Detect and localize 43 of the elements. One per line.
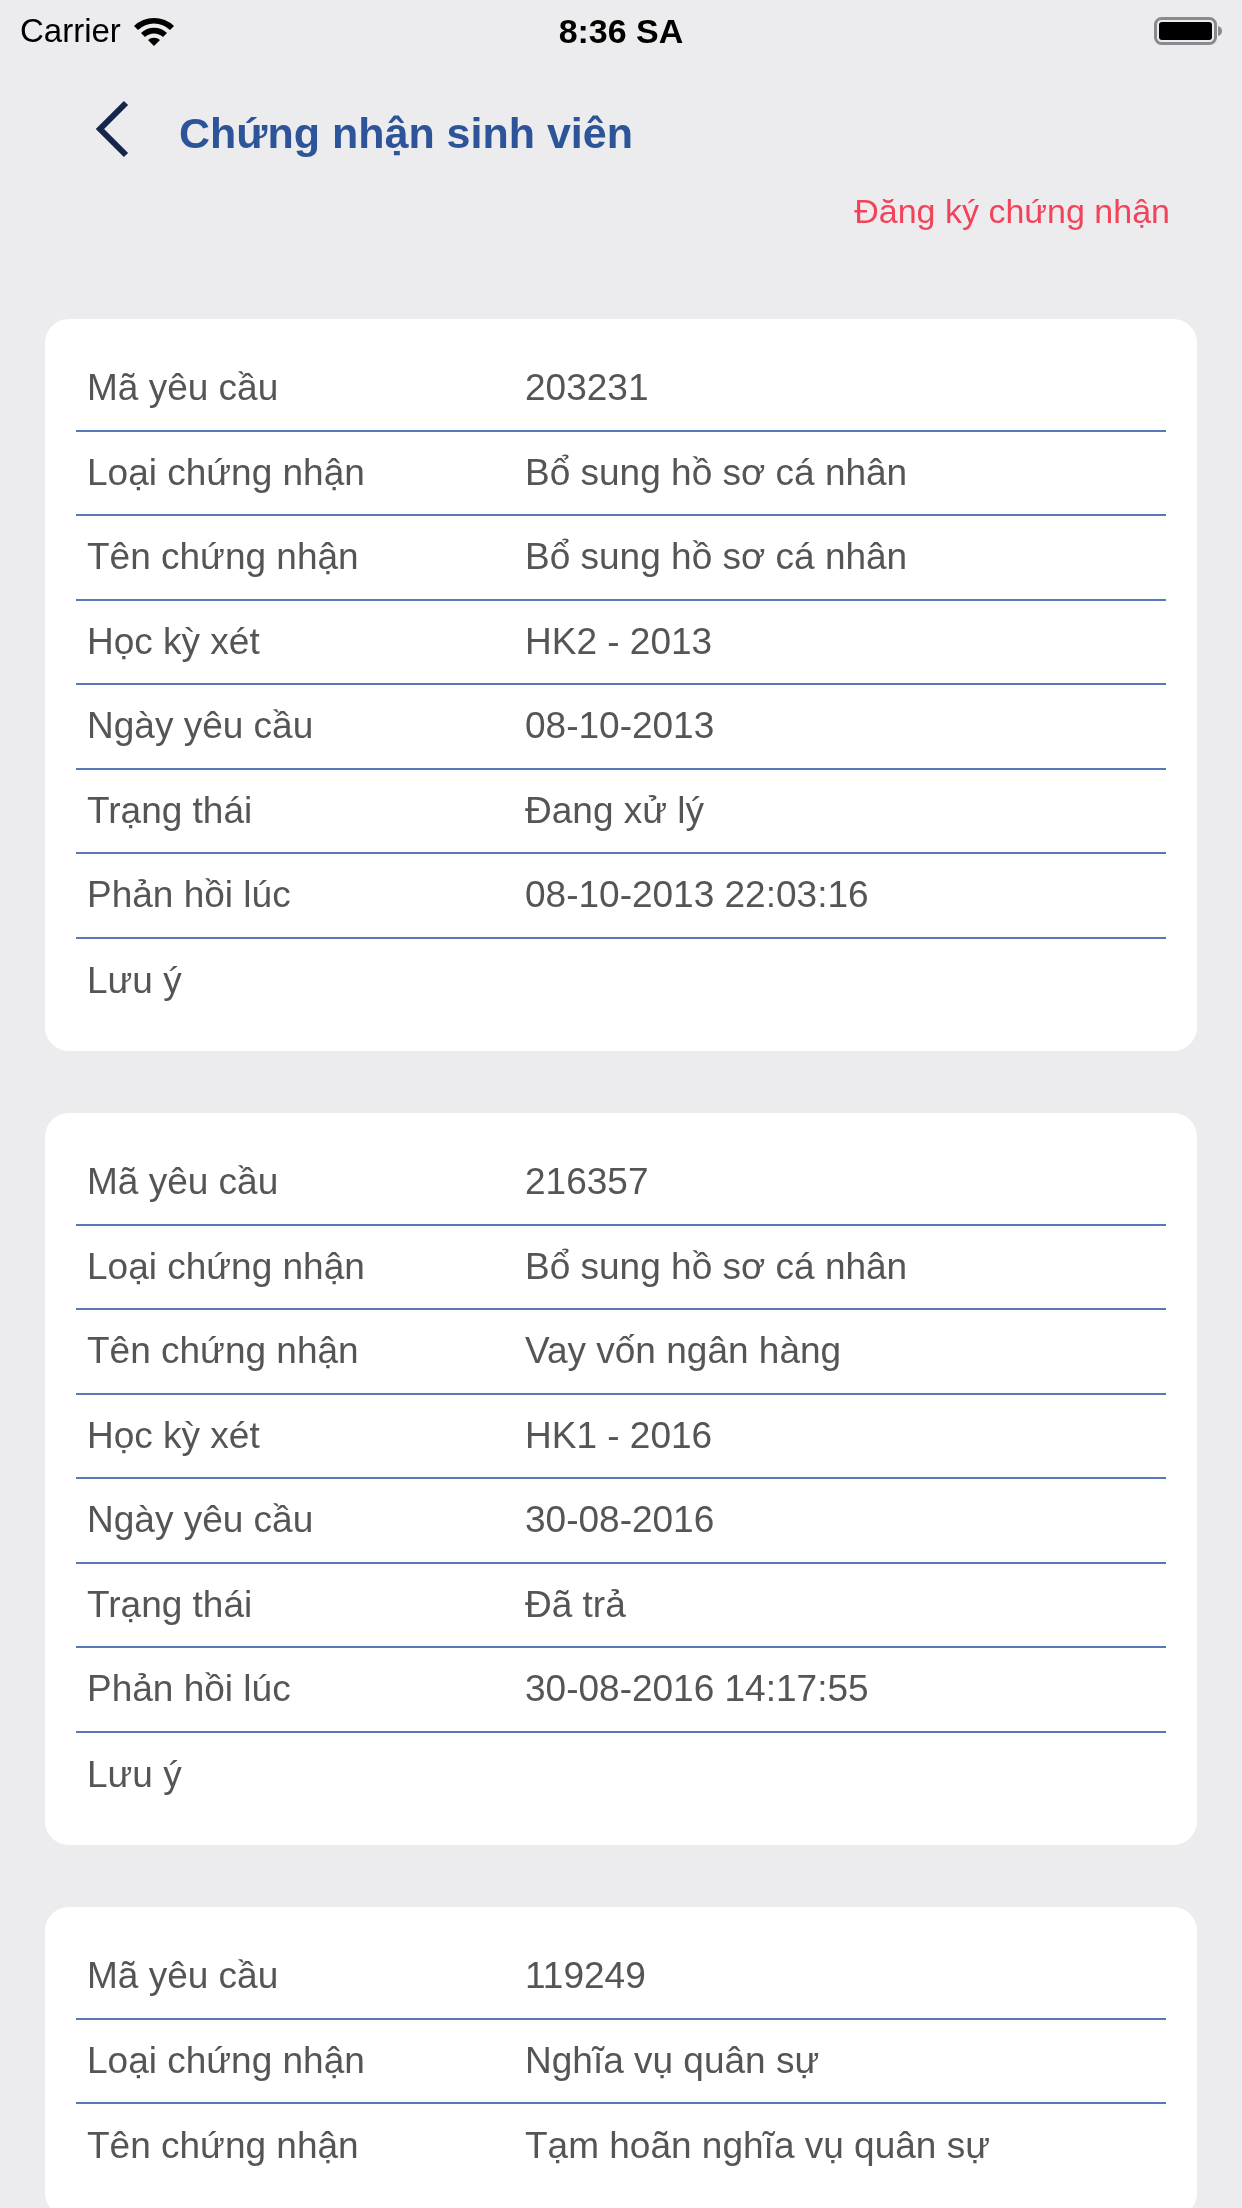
field-label: Trạng thái — [87, 1583, 254, 1626]
field-label: Lưu ý — [87, 1753, 183, 1796]
field-value: 08-10-2013 — [525, 705, 715, 748]
field-value: 216357 — [525, 1161, 649, 1204]
field-label: Tên chứng nhận — [87, 2125, 360, 2168]
field-label: Phản hồi lúc — [87, 1668, 292, 1711]
clock-time: 8:36 SA — [558, 11, 684, 51]
field-label: Mã yêu cầu — [87, 367, 280, 410]
back-icon[interactable] — [93, 100, 129, 158]
field-label: Học kỳ xét — [87, 620, 261, 663]
field-value: Bổ sung hồ sơ cá nhân — [525, 536, 908, 579]
field-label: Mã yêu cầu — [87, 1161, 280, 1204]
field-value: HK1 - 2016 — [525, 1414, 713, 1457]
page-title: Chứng nhận sinh viên — [179, 108, 633, 158]
wifi-icon — [132, 16, 175, 46]
field-value: Tạm hoãn nghĩa vụ quân sự — [525, 2125, 990, 2168]
field-value: Bổ sung hồ sơ cá nhân — [525, 451, 908, 494]
field-value: Đã trả — [525, 1583, 626, 1626]
field-value: Nghĩa vụ quân sự — [525, 2039, 820, 2082]
field-value: 203231 — [525, 367, 649, 410]
field-label: Loại chứng nhận — [87, 451, 366, 494]
field-label: Trạng thái — [87, 789, 254, 832]
field-label: Loại chứng nhận — [87, 1245, 366, 1288]
register-link[interactable]: Đăng ký chứng nhận — [854, 184, 1170, 238]
field-value: Vay vốn ngân hàng — [525, 1330, 842, 1373]
field-label: Ngày yêu cầu — [87, 1499, 315, 1542]
field-value: HK2 - 2013 — [525, 620, 713, 663]
field-value: Bổ sung hồ sơ cá nhân — [525, 1245, 908, 1288]
field-value: 30-08-2016 14:17:55 — [525, 1668, 869, 1711]
field-label: Mã yêu cầu — [87, 1955, 280, 1998]
field-value: Đang xử lý — [525, 789, 704, 832]
battery-icon — [1154, 17, 1222, 45]
field-label: Tên chứng nhận — [87, 1330, 360, 1373]
field-value: 30-08-2016 — [525, 1499, 715, 1542]
field-label: Ngày yêu cầu — [87, 705, 315, 748]
field-label: Tên chứng nhận — [87, 536, 360, 579]
field-label: Học kỳ xét — [87, 1414, 261, 1457]
field-value: 08-10-2013 22:03:16 — [525, 874, 869, 917]
carrier-label: Carrier — [20, 12, 121, 50]
field-label: Phản hồi lúc — [87, 874, 292, 917]
field-label: Loại chứng nhận — [87, 2039, 366, 2082]
field-value: 119249 — [525, 1955, 646, 1998]
field-label: Lưu ý — [87, 959, 183, 1002]
